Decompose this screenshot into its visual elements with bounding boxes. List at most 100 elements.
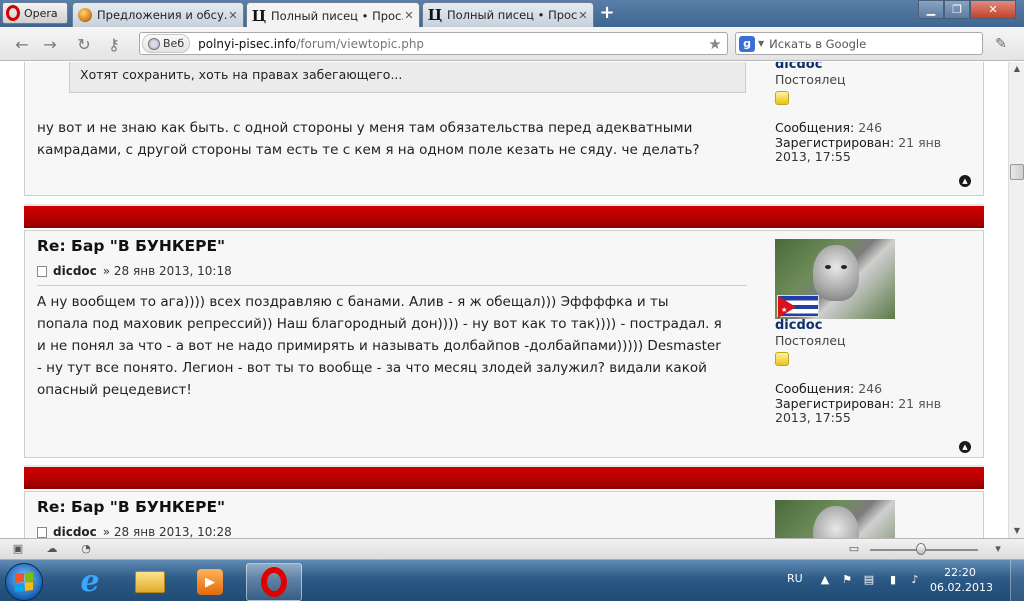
close-window-icon[interactable]: ✕ bbox=[970, 0, 1016, 19]
tab-title: Полный писец • Прос... bbox=[271, 8, 403, 23]
web-badge-label: Веб bbox=[163, 37, 185, 50]
clock-date: 06.02.2013 bbox=[930, 581, 993, 594]
registration-label: Зарегистрирован: bbox=[775, 134, 895, 150]
posts-count-label: Сообщения: bbox=[775, 381, 855, 396]
quote-text: Хотят сохранить, хоть на правах забегающ… bbox=[80, 67, 403, 82]
opera-menu-button[interactable]: Opera bbox=[2, 2, 68, 24]
view-icon[interactable]: ▭ bbox=[846, 543, 862, 555]
post-meta: dicdoc » 28 янв 2013, 10:28 bbox=[37, 525, 232, 538]
taskbar-internet-explorer[interactable]: e bbox=[62, 563, 118, 601]
tab-polnyi-pisec-active[interactable]: Ц Полный писец • Прос... ✕ bbox=[246, 2, 420, 28]
registration-time: 2013, 17:55 bbox=[775, 410, 851, 425]
post-icon[interactable] bbox=[37, 526, 47, 538]
search-field[interactable]: g ▼ Искать в Google bbox=[735, 32, 983, 55]
arctic-fox-image bbox=[813, 506, 859, 538]
tab-title: Полный писец • Прос... bbox=[447, 8, 577, 22]
close-tab-icon[interactable]: ✕ bbox=[403, 9, 415, 22]
post-separator-bar bbox=[24, 465, 984, 489]
opera-logo-icon bbox=[6, 5, 20, 21]
username-link[interactable]: dicdoc bbox=[775, 318, 975, 334]
zoom-slider-thumb[interactable] bbox=[916, 543, 926, 555]
post-text-line: - ну тут все понято. Легион - вот ты то … bbox=[37, 360, 707, 376]
network-icon[interactable]: ▮ bbox=[886, 573, 900, 587]
system-clock[interactable]: 22:20 06.02.2013 bbox=[930, 565, 993, 595]
clock-time: 22:20 bbox=[944, 566, 976, 579]
navigation-bar: ← → ↻ ⚷ Веб polnyi-pisec.info/forum/view… bbox=[0, 27, 1024, 61]
start-button[interactable] bbox=[5, 563, 43, 601]
user-rank: Постоялец bbox=[775, 71, 846, 87]
maximize-icon[interactable]: ❐ bbox=[944, 0, 970, 19]
post-date: » 28 янв 2013, 10:28 bbox=[102, 525, 232, 538]
tray-expand-icon[interactable]: ▲ bbox=[818, 573, 832, 587]
reload-icon[interactable]: ↻ bbox=[74, 34, 94, 54]
tab-proposals[interactable]: Предложения и обсу... ✕ bbox=[72, 2, 244, 27]
opera-menu-label: Opera bbox=[24, 6, 58, 20]
scroll-down-icon[interactable]: ▼ bbox=[1010, 524, 1024, 538]
avatar: ★ bbox=[775, 239, 895, 319]
taskbar-opera[interactable] bbox=[246, 563, 302, 601]
language-indicator[interactable]: RU bbox=[787, 572, 803, 585]
posts-count: Сообщения: 246 bbox=[775, 381, 975, 397]
new-tab-button[interactable]: + bbox=[598, 4, 616, 22]
panel-toggle-icon[interactable]: ▣ bbox=[10, 543, 26, 555]
posts-count-value: 246 bbox=[858, 381, 883, 396]
folder-icon bbox=[135, 571, 165, 593]
taskbar-media-player[interactable]: ▶ bbox=[182, 563, 238, 601]
minimize-icon[interactable]: ▁ bbox=[918, 0, 944, 19]
taskbar-explorer[interactable] bbox=[122, 563, 178, 601]
fox-eye bbox=[841, 265, 847, 269]
device-icon[interactable]: ▤ bbox=[862, 573, 876, 587]
back-to-top-icon[interactable]: ▲ bbox=[959, 441, 971, 453]
url-host: polnyi-pisec.info bbox=[198, 36, 297, 51]
scrollbar-thumb[interactable] bbox=[1010, 164, 1024, 180]
speed-dial-icon[interactable]: ◔ bbox=[78, 543, 94, 555]
registration-value: 21 янв bbox=[898, 134, 942, 150]
p-favicon-icon: Ц bbox=[251, 6, 267, 25]
tab-polnyi-pisec[interactable]: Ц Полный писец • Прос... ✕ bbox=[422, 2, 594, 27]
post-title[interactable]: Re: Бар "В БУНКЕРЕ" bbox=[37, 237, 225, 255]
post-text-line: попала под маховик репрессий)) Наш благо… bbox=[37, 316, 722, 332]
user-rank: Постоялец bbox=[775, 332, 846, 348]
action-center-icon[interactable]: ⚑ bbox=[840, 573, 854, 587]
registration-date: Зарегистрирован: 21 янв bbox=[775, 395, 975, 412]
media-player-icon: ▶ bbox=[197, 569, 223, 595]
bookmark-star-icon[interactable]: ★ bbox=[706, 35, 724, 53]
tools-menu-icon[interactable]: ✎ bbox=[992, 36, 1010, 52]
post-meta: dicdoc » 28 янв 2013, 10:18 bbox=[37, 264, 232, 278]
user-profile: ★ dicdoc Постоялец Сообщения: 246 Зареги… bbox=[775, 239, 975, 426]
post-separator-bar bbox=[24, 204, 984, 228]
forward-arrow-icon[interactable]: → bbox=[40, 34, 60, 54]
url-path: /forum/viewtopic.php bbox=[296, 36, 425, 51]
user-profile: dicdoc Постоялец Сообщения: 246 Зарегист… bbox=[775, 62, 975, 165]
post-author[interactable]: dicdoc bbox=[53, 525, 97, 538]
back-to-top-icon[interactable]: ▲ bbox=[959, 175, 971, 187]
web-badge[interactable]: Веб bbox=[142, 34, 191, 53]
vertical-scrollbar[interactable]: ▲ ▼ bbox=[1008, 62, 1024, 538]
close-tab-icon[interactable]: ✕ bbox=[227, 9, 239, 22]
post-title[interactable]: Re: Бар "В БУНКЕРЕ" bbox=[37, 498, 225, 516]
key-icon[interactable]: ⚷ bbox=[104, 34, 124, 54]
zoom-options-icon[interactable]: ▾ bbox=[990, 543, 1006, 555]
cloud-sync-icon[interactable]: ☁ bbox=[44, 543, 60, 555]
volume-icon[interactable]: ♪ bbox=[908, 573, 922, 587]
tab-bar: Opera Предложения и обсу... ✕ Ц Полный п… bbox=[0, 0, 1024, 28]
address-field[interactable]: Веб polnyi-pisec.info/forum/viewtopic.ph… bbox=[139, 32, 728, 55]
registration-value: 21 янв bbox=[898, 395, 942, 411]
arctic-fox-image bbox=[813, 245, 859, 301]
back-arrow-icon[interactable]: ← bbox=[12, 34, 32, 54]
google-icon[interactable]: g bbox=[739, 35, 755, 52]
rank-badge-icon bbox=[775, 352, 789, 366]
post-icon[interactable] bbox=[37, 265, 47, 277]
registration-date: Зарегистрирован: 21 янв bbox=[775, 134, 975, 151]
show-desktop-button[interactable] bbox=[1010, 560, 1024, 601]
username-link[interactable]: dicdoc bbox=[775, 62, 975, 73]
posts-count-label: Сообщения: bbox=[775, 120, 855, 135]
search-placeholder: Искать в Google bbox=[769, 36, 867, 51]
scroll-up-icon[interactable]: ▲ bbox=[1010, 62, 1024, 76]
cuba-flag-icon: ★ bbox=[777, 295, 819, 318]
chevron-down-icon[interactable]: ▼ bbox=[758, 39, 764, 48]
close-tab-icon[interactable]: ✕ bbox=[577, 9, 589, 22]
post-author[interactable]: dicdoc bbox=[53, 264, 97, 278]
post-text-line: камрадами, с другой стороны там есть те … bbox=[37, 142, 700, 158]
url-text[interactable]: polnyi-pisec.info/forum/viewtopic.php bbox=[198, 37, 706, 51]
